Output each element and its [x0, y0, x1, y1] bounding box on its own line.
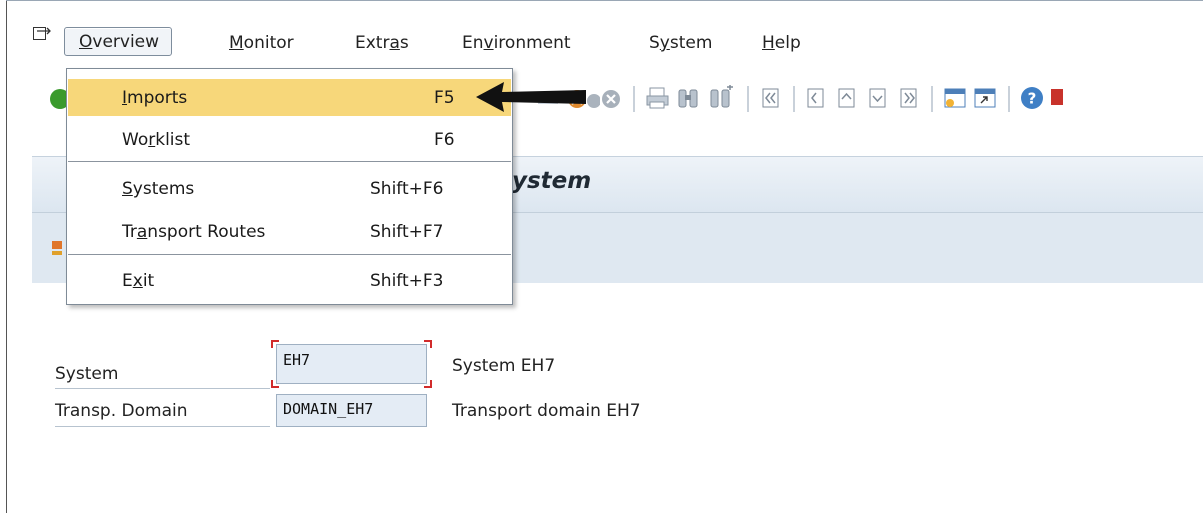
menu-item-label: Imports — [122, 88, 188, 108]
menu-item-shortcut: Shift+F3 — [370, 271, 444, 291]
label-underline — [55, 388, 270, 389]
domain-label: Transp. Domain — [55, 401, 188, 421]
find-icon[interactable] — [676, 85, 702, 111]
sap-window: Overview Monitor Extras Environment Syst… — [0, 0, 1203, 513]
focus-corner — [424, 380, 432, 388]
menu-item-label: Worklist — [122, 130, 191, 150]
shortcut-icon[interactable] — [972, 85, 998, 111]
focus-corner — [271, 380, 279, 388]
menu-mnemonic: H — [762, 33, 775, 53]
menu-bar — [7, 1, 1203, 61]
page-title: ystem — [512, 168, 592, 194]
green-check-icon[interactable] — [48, 86, 68, 112]
menu-help[interactable]: Help — [762, 33, 801, 53]
menu-environment[interactable]: Environment — [462, 33, 571, 53]
menu-item-shortcut: F6 — [434, 130, 455, 150]
menu-label-post: ironment — [493, 33, 571, 53]
arrow-pointer — [476, 82, 586, 112]
menu-overview[interactable]: Overview — [64, 27, 173, 56]
menu-item-transport-routes[interactable]: Transport Routes Shift+F7 — [68, 213, 511, 250]
menu-label-post: stem — [669, 33, 713, 53]
last-page-icon[interactable] — [896, 85, 922, 111]
menu-separator — [68, 254, 511, 255]
toolbar-separator — [747, 86, 749, 112]
domain-field[interactable]: DOMAIN_EH7 — [276, 394, 427, 427]
menu-monitor[interactable]: Monitor — [229, 33, 294, 53]
menu-item-worklist[interactable]: Worklist F6 — [68, 121, 511, 158]
focus-corner — [271, 340, 279, 348]
main-content — [32, 283, 1203, 513]
system-label: System — [55, 364, 119, 384]
toolbar-separator — [633, 86, 635, 112]
menu-extras[interactable]: Extras — [355, 33, 409, 53]
layout-icon[interactable] — [1049, 85, 1063, 111]
svg-text:?: ? — [1028, 90, 1037, 108]
menu-label-pre: S — [649, 33, 660, 53]
page-up-icon[interactable] — [834, 85, 860, 111]
toolbar-separator — [931, 86, 933, 112]
menu-item-label: Systems — [122, 179, 195, 199]
toolbar-separator — [1008, 86, 1010, 112]
menu-system[interactable]: System — [649, 33, 712, 53]
menu-label-pre: En — [462, 33, 484, 53]
next-page-icon[interactable] — [865, 85, 891, 111]
menu-item-label: Transport Routes — [122, 222, 266, 242]
menu-mnemonic: M — [229, 33, 244, 53]
previous-page-icon[interactable] — [803, 85, 829, 111]
menu-item-systems[interactable]: Systems Shift+F6 — [68, 170, 511, 207]
toolbar-separator — [793, 86, 795, 112]
menu-item-shortcut: Shift+F7 — [370, 222, 444, 242]
cancel-icon[interactable] — [600, 87, 624, 111]
menu-label-post: s — [399, 33, 409, 53]
print-icon[interactable] — [645, 85, 671, 111]
transport-icon[interactable] — [52, 239, 62, 259]
menu-label-pre: Extr — [355, 33, 390, 53]
overview-dropdown-menu: Imports F5 Worklist F6 Systems Shift+F6 … — [66, 68, 513, 305]
help-icon[interactable]: ? — [1019, 85, 1045, 111]
menu-label-post: onitor — [243, 33, 294, 53]
menu-item-exit[interactable]: Exit Shift+F3 — [68, 262, 511, 299]
menu-mnemonic: O — [79, 32, 93, 52]
menu-item-label: Exit — [122, 271, 155, 291]
menu-separator — [68, 161, 511, 162]
menu-label-post: verview — [92, 32, 160, 52]
menu-item-shortcut: F5 — [434, 88, 455, 108]
menu-item-imports[interactable]: Imports F5 — [68, 79, 511, 116]
find-next-icon[interactable] — [708, 85, 736, 111]
create-session-icon[interactable] — [942, 85, 968, 111]
menu-mnemonic: y — [659, 33, 670, 53]
menu-mnemonic: v — [483, 33, 494, 53]
menu-item-shortcut: Shift+F6 — [370, 179, 444, 199]
focus-corner — [424, 340, 432, 348]
label-underline — [55, 426, 270, 427]
menu-mnemonic: a — [389, 33, 400, 53]
menu-label-post: elp — [774, 33, 801, 53]
system-description: System EH7 — [452, 356, 556, 376]
system-field[interactable]: EH7 — [276, 344, 427, 384]
domain-description: Transport domain EH7 — [452, 401, 641, 421]
first-page-icon[interactable] — [758, 85, 784, 111]
menu-toggle-icon[interactable] — [33, 27, 52, 43]
